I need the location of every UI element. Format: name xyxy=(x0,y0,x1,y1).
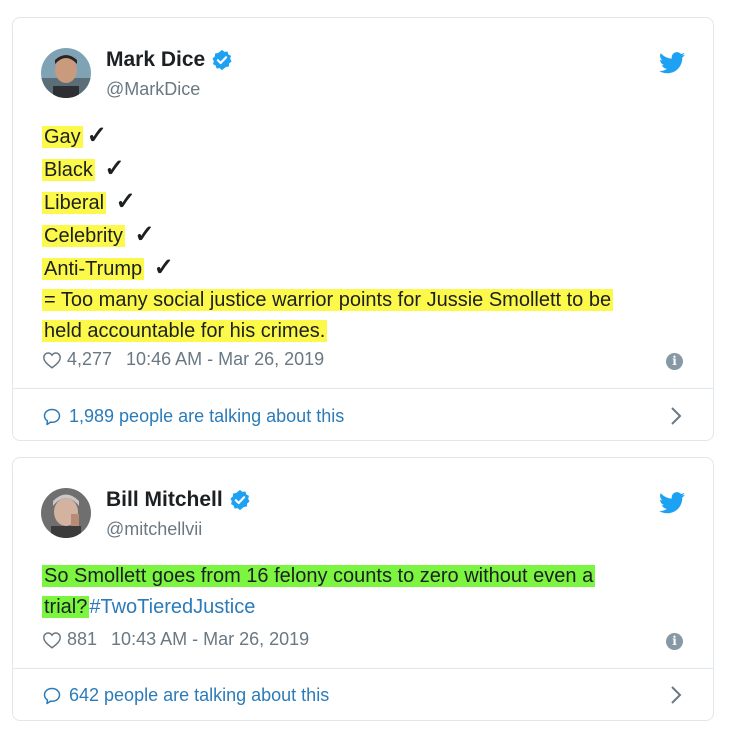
talking-label[interactable]: 1,989 people are talking about this xyxy=(69,406,344,427)
tweet-card-bill-mitchell[interactable]: Bill Mitchell @mitchellvii So Smollett g… xyxy=(12,457,714,721)
highlighted-word: Black xyxy=(42,159,95,181)
heart-icon[interactable] xyxy=(42,351,62,369)
timestamp[interactable]: 10:46 AM - Mar 26, 2019 xyxy=(126,349,324,370)
verified-badge-icon xyxy=(230,489,250,511)
talking-link[interactable]: 1,989 people are talking about this xyxy=(42,406,344,427)
chevron-right-icon[interactable] xyxy=(669,406,683,426)
avatar[interactable] xyxy=(41,48,91,98)
highlighted-word: Anti-Trump xyxy=(42,258,145,280)
closing-line: = Too many social justice warrior points… xyxy=(42,289,614,311)
talking-link[interactable]: 642 people are talking about this xyxy=(42,685,329,706)
twitter-bird-icon[interactable] xyxy=(659,492,685,514)
author-handle[interactable]: @mitchellvii xyxy=(106,519,202,540)
checkmark: ✓ xyxy=(104,155,125,182)
checkmark: ✓ xyxy=(115,188,136,215)
closing-line: held accountable for his crimes. xyxy=(42,320,328,342)
divider xyxy=(13,388,713,389)
highlighted-text: trial? xyxy=(42,596,90,618)
heart-icon[interactable] xyxy=(42,631,62,649)
timestamp[interactable]: 10:43 AM - Mar 26, 2019 xyxy=(111,629,309,650)
tweet-text: So Smollett goes from 16 felony counts t… xyxy=(42,561,692,623)
hashtag-link[interactable]: #TwoTieredJustice xyxy=(89,596,255,618)
highlighted-word: Celebrity xyxy=(42,225,125,247)
like-count[interactable]: 4,277 xyxy=(67,349,112,370)
comment-bubble-icon xyxy=(43,408,61,425)
tweet-meta: 881 10:43 AM - Mar 26, 2019 xyxy=(42,629,309,650)
comment-bubble-icon xyxy=(43,687,61,704)
checkmark: ✓ xyxy=(134,221,155,248)
verified-badge-icon xyxy=(212,49,232,71)
author-name[interactable]: Mark Dice xyxy=(106,48,205,72)
divider xyxy=(13,668,713,669)
highlighted-word: Liberal xyxy=(42,192,107,214)
author-handle[interactable]: @MarkDice xyxy=(106,79,200,100)
info-icon[interactable]: i xyxy=(666,353,683,370)
checkmark: ✓ xyxy=(86,122,107,149)
talking-label[interactable]: 642 people are talking about this xyxy=(69,685,329,706)
highlighted-text: So Smollett goes from 16 felony counts t… xyxy=(42,565,596,587)
chevron-right-icon[interactable] xyxy=(669,685,683,705)
tweet-text: Gay ✓ Black ✓ Liberal ✓ Celebrity ✓ Anti-… xyxy=(42,120,692,347)
info-icon[interactable]: i xyxy=(666,633,683,650)
tweet-meta: 4,277 10:46 AM - Mar 26, 2019 xyxy=(42,349,324,370)
checkmark: ✓ xyxy=(153,254,174,281)
tweet-card-mark-dice[interactable]: Mark Dice @MarkDice Gay ✓ Black ✓ Liberal… xyxy=(12,17,714,441)
twitter-bird-icon[interactable] xyxy=(659,52,685,74)
avatar[interactable] xyxy=(41,488,91,538)
like-count[interactable]: 881 xyxy=(67,629,97,650)
highlighted-word: Gay xyxy=(42,126,83,148)
author-name[interactable]: Bill Mitchell xyxy=(106,488,223,512)
